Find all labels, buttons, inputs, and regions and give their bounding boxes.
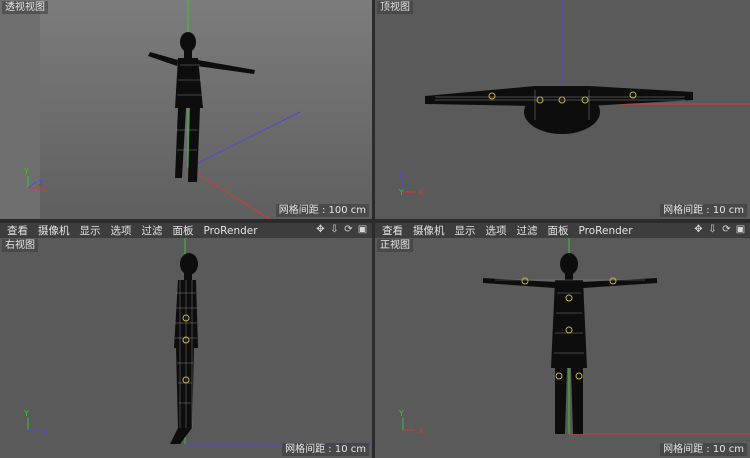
menu-options[interactable]: 选项	[111, 223, 132, 238]
down-arrow-icon[interactable]: ⇩	[329, 224, 340, 235]
viewport-divider-horizontal[interactable]	[0, 219, 750, 223]
menu-filter[interactable]: 过滤	[142, 223, 163, 238]
grid-spacing-top: 网格间距 : 10 cm	[660, 204, 747, 217]
viewport-title-top: 顶视图	[377, 1, 413, 14]
menu-camera[interactable]: 摄像机	[38, 223, 70, 238]
menu-display[interactable]: 显示	[455, 223, 476, 238]
grid-spacing-front: 网格间距 : 10 cm	[660, 443, 747, 456]
viewport-title-perspective: 透视视图	[2, 1, 48, 14]
viewport-title-front: 正视图	[377, 239, 413, 252]
top-axis-gizmo	[402, 180, 415, 193]
gizmo-y-label: Y	[23, 409, 29, 418]
menu-display[interactable]: 显示	[80, 223, 101, 238]
viewport-perspective[interactable]: Y Z X 透视视图 网格间距 : 100 cm	[0, 0, 372, 219]
menubar-right-viewport: 查看 摄像机 显示 选项 过滤 面板 ProRender ✥ ⇩ ⟳ ▣	[0, 223, 372, 238]
top-scene: Z Y X	[398, 0, 750, 197]
character-figure	[148, 32, 255, 182]
gizmo-x-label: X	[41, 185, 47, 194]
menu-panel[interactable]: 面板	[173, 223, 194, 238]
maximize-icon[interactable]: ▣	[357, 224, 368, 235]
grid-spacing-perspective: 网格间距 : 100 cm	[275, 204, 369, 217]
viewport-right[interactable]: Y Z 右视图 网格间距 : 10 cm	[0, 238, 372, 458]
z-axis-line	[187, 111, 301, 169]
floor-shade	[0, 0, 40, 219]
character-figure-side	[170, 253, 198, 444]
perspective-scene: Y Z X	[0, 0, 301, 219]
down-arrow-icon[interactable]: ⇩	[707, 224, 718, 235]
character-figure-top	[425, 86, 693, 134]
right-scene: Y Z	[23, 238, 372, 445]
viewport-title-right: 右视图	[2, 239, 38, 252]
x-axis-line	[187, 167, 271, 219]
front-axis-gizmo	[402, 418, 415, 431]
menu-camera[interactable]: 摄像机	[413, 223, 445, 238]
gizmo-x-label: X	[418, 188, 424, 197]
move-icon[interactable]: ✥	[693, 224, 704, 235]
gizmo-y-label: Y	[398, 188, 404, 197]
rotate-icon[interactable]: ⟳	[343, 224, 354, 235]
menu-view[interactable]: 查看	[382, 223, 403, 238]
rotate-icon[interactable]: ⟳	[721, 224, 732, 235]
gizmo-x-label: X	[418, 426, 424, 435]
menu-prorender[interactable]: ProRender	[204, 225, 258, 237]
menu-view[interactable]: 查看	[7, 223, 28, 238]
right-axis-gizmo	[27, 418, 40, 431]
viewport-top[interactable]: Z Y X 顶视图 网格间距 : 10 cm	[375, 0, 750, 219]
gizmo-z-label: Z	[399, 171, 405, 180]
viewport-divider-vertical[interactable]	[372, 0, 375, 458]
menubar-front-viewport: 查看 摄像机 显示 选项 过滤 面板 ProRender ✥ ⇩ ⟳ ▣	[375, 223, 750, 238]
gizmo-y-label: Y	[398, 409, 404, 418]
menu-panel[interactable]: 面板	[548, 223, 569, 238]
grid-spacing-right: 网格间距 : 10 cm	[282, 443, 369, 456]
gizmo-z-label: Z	[43, 426, 49, 435]
maximize-icon[interactable]: ▣	[735, 224, 746, 235]
menu-filter[interactable]: 过滤	[517, 223, 538, 238]
front-scene: Y X	[398, 238, 750, 435]
move-icon[interactable]: ✥	[315, 224, 326, 235]
menu-options[interactable]: 选项	[486, 223, 507, 238]
menu-prorender[interactable]: ProRender	[579, 225, 633, 237]
gizmo-y-label: Y	[23, 167, 29, 176]
viewport-front[interactable]: Y X 正视图 网格间距 : 10 cm	[375, 238, 750, 458]
